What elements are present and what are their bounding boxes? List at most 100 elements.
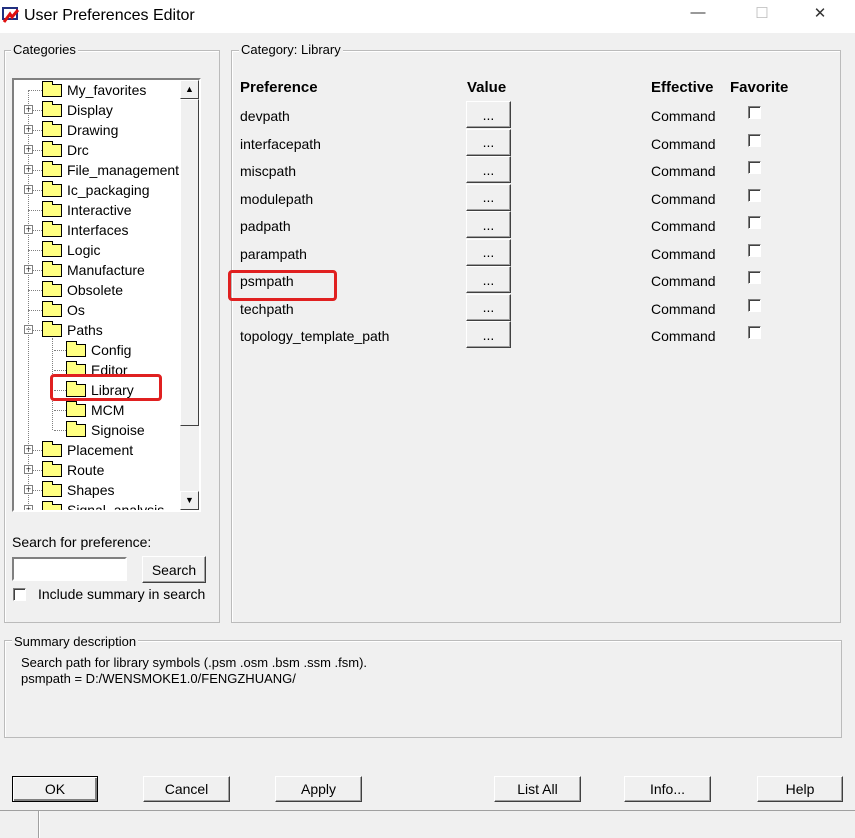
tree-item-label: MCM — [91, 402, 125, 418]
tree-connector — [28, 210, 42, 211]
effective-value: Command — [651, 163, 716, 179]
summary-line-2: psmpath = D:/WENSMOKE1.0/FENGZHUANG/ — [21, 671, 296, 686]
category-label: Category: Library — [239, 42, 343, 57]
tree-item-label: Os — [67, 302, 85, 318]
folder-icon — [42, 120, 62, 137]
tree-item[interactable]: Drawing — [28, 120, 118, 140]
help-button[interactable]: Help — [757, 776, 843, 802]
include-summary-checkbox[interactable] — [13, 588, 26, 601]
tree-item-label: Manufacture — [67, 262, 145, 278]
tree-item-label: Ic_packaging — [67, 182, 150, 198]
tree-item[interactable]: Ic_packaging — [28, 180, 150, 200]
status-bar — [0, 810, 855, 838]
scroll-thumb[interactable] — [180, 99, 199, 426]
folder-icon — [42, 240, 62, 257]
favorite-checkbox[interactable] — [748, 188, 761, 202]
list-all-button[interactable]: List All — [494, 776, 581, 802]
effective-value: Command — [651, 328, 716, 344]
effective-value: Command — [651, 245, 716, 262]
effective-value: Command — [651, 108, 716, 124]
apply-button[interactable]: Apply — [275, 776, 362, 802]
tree-item-label: My_favorites — [67, 82, 147, 98]
scroll-down-button[interactable]: ▼ — [180, 491, 199, 510]
status-pane — [38, 811, 855, 838]
value-browse-button[interactable]: ... — [466, 293, 511, 321]
cancel-button[interactable]: Cancel — [143, 776, 230, 802]
value-browse-button[interactable]: ... — [466, 183, 511, 211]
category-tree[interactable]: My_favorites Display + Drawing + Drc + File_man… — [12, 78, 201, 512]
tree-item[interactable]: Placement — [28, 440, 133, 460]
tree-item[interactable]: Route — [28, 460, 105, 480]
title-bar: User Preferences Editor — ☐ ✕ — [0, 0, 855, 33]
tree-item[interactable]: Interfaces — [28, 220, 128, 240]
favorite-checkbox[interactable] — [748, 271, 761, 284]
minimize-button[interactable]: — — [678, 4, 718, 28]
tree-item-label: Route — [67, 462, 105, 478]
value-browse-button[interactable]: ... — [466, 266, 511, 293]
tree-item[interactable]: Shapes — [28, 480, 115, 500]
tree-scrollbar[interactable]: ▲ ▼ — [180, 80, 199, 510]
tree-item[interactable]: Signoise — [54, 420, 145, 440]
include-summary-label: Include summary in search — [38, 586, 206, 602]
favorite-checkbox[interactable] — [748, 216, 761, 229]
effective-value: Command — [651, 135, 716, 152]
favorite-checkbox[interactable] — [748, 106, 761, 119]
window-title: User Preferences Editor — [24, 7, 195, 24]
tree-item[interactable]: Drc — [28, 140, 89, 160]
folder-icon — [42, 140, 62, 157]
value-browse-button[interactable]: ... — [466, 101, 511, 128]
favorite-checkbox[interactable] — [748, 133, 761, 147]
categories-label: Categories — [11, 42, 78, 57]
tree-item-label: File_management — [67, 162, 180, 178]
value-browse-button[interactable]: ... — [466, 211, 511, 238]
header-effective: Effective — [651, 79, 714, 96]
favorite-checkbox[interactable] — [748, 326, 761, 339]
effective-value: Command — [651, 273, 716, 289]
maximize-button[interactable]: ☐ — [742, 4, 782, 28]
tree-item[interactable]: File_management — [28, 160, 180, 180]
value-browse-button[interactable]: ... — [466, 238, 511, 266]
close-button[interactable]: ✕ — [800, 4, 840, 28]
folder-icon — [42, 220, 62, 237]
tree-line — [28, 90, 29, 510]
tree-item[interactable]: Config — [54, 340, 131, 360]
value-browse-button[interactable]: ... — [466, 156, 511, 183]
scroll-up-button[interactable]: ▲ — [180, 80, 199, 99]
tree-item-label: Obsolete — [67, 282, 124, 298]
info-button[interactable]: Info... — [624, 776, 711, 802]
favorite-checkbox[interactable] — [748, 298, 761, 312]
tree-item-label: Paths — [67, 322, 103, 338]
tree-item[interactable]: Os — [28, 300, 85, 320]
tree-connector — [28, 250, 42, 251]
preference-name: padpath — [240, 218, 291, 234]
folder-icon — [42, 280, 62, 297]
tree-connector — [54, 430, 66, 431]
tree-item[interactable]: MCM — [54, 400, 125, 420]
tree-item[interactable]: Logic — [28, 240, 100, 260]
tree-item[interactable]: Manufacture — [28, 260, 145, 280]
folder-icon — [66, 340, 86, 357]
folder-icon — [42, 80, 62, 97]
favorite-checkbox[interactable] — [748, 161, 761, 174]
tree-connector — [54, 350, 66, 351]
tree-item[interactable]: Signal_analysis — [42, 500, 164, 510]
folder-icon — [66, 400, 86, 417]
search-button[interactable]: Search — [142, 556, 206, 583]
favorite-checkbox[interactable] — [748, 243, 761, 257]
tree-item[interactable]: Paths — [28, 320, 103, 340]
value-browse-button[interactable]: ... — [466, 321, 511, 348]
tree-item-label: Shapes — [67, 482, 115, 498]
folder-icon — [42, 180, 62, 197]
tree-connector — [54, 410, 66, 411]
tree-item[interactable]: Interactive — [28, 200, 132, 220]
tree-item[interactable]: My_favorites — [28, 80, 147, 100]
ok-button[interactable]: OK — [12, 776, 98, 802]
tree-item[interactable]: Obsolete — [28, 280, 124, 300]
value-browse-button[interactable]: ... — [466, 128, 511, 156]
search-input[interactable] — [12, 557, 127, 581]
psmpath-highlight — [228, 270, 337, 301]
folder-icon — [42, 200, 62, 217]
search-label: Search for preference: — [12, 534, 152, 550]
tree-item-label: Drc — [67, 142, 89, 158]
tree-item[interactable]: Display — [28, 100, 113, 120]
